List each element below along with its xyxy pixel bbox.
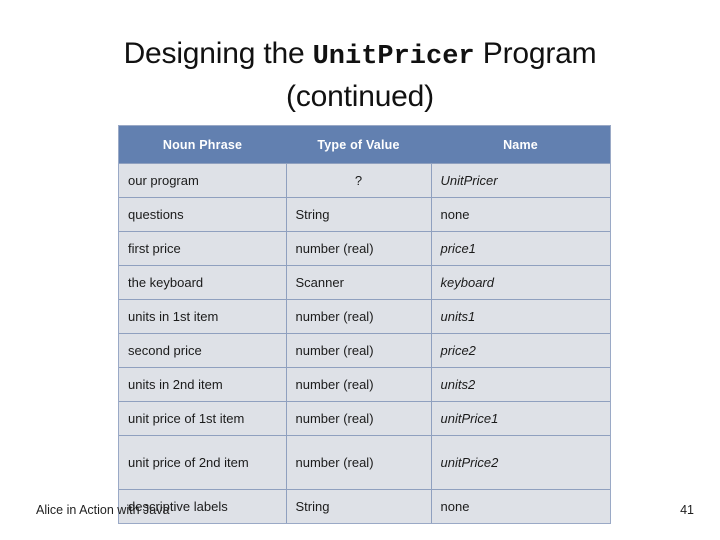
- cell-noun-phrase: our program: [119, 163, 287, 198]
- footer-page-number: 41: [680, 503, 694, 517]
- table-row: first price number (real) price1: [119, 231, 610, 266]
- column-header-name: Name: [431, 126, 610, 164]
- cell-name: units2: [430, 367, 610, 402]
- page-title-prefix: Designing the: [123, 37, 313, 70]
- cell-name: keyboard: [430, 265, 610, 300]
- cell-type-of-value: number (real): [285, 231, 432, 266]
- table-row: unit price of 1st item number (real) uni…: [119, 401, 610, 436]
- cell-noun-phrase: second price: [119, 333, 287, 368]
- table-row: second price number (real) price2: [119, 333, 610, 368]
- cell-name: none: [430, 197, 610, 232]
- cell-noun-phrase: unit price of 2nd item: [119, 435, 287, 490]
- cell-type-of-value: Scanner: [285, 265, 432, 300]
- column-header-type-of-value: Type of Value: [286, 126, 431, 164]
- cell-name: none: [430, 489, 610, 523]
- cell-name: unitPrice2: [430, 435, 610, 490]
- cell-noun-phrase: unit price of 1st item: [119, 401, 287, 436]
- table-header-row: Noun Phrase Type of Value Name: [119, 126, 610, 164]
- cell-type-of-value: number (real): [285, 401, 432, 436]
- cell-type-of-value: number (real): [285, 367, 432, 402]
- cell-name: UnitPricer: [430, 163, 610, 198]
- cell-type-of-value: String: [285, 489, 432, 523]
- cell-noun-phrase: the keyboard: [119, 265, 287, 300]
- table-row: our program ? UnitPricer: [119, 163, 610, 198]
- cell-name: unitPrice1: [430, 401, 610, 436]
- table-row: units in 2nd item number (real) units2: [119, 367, 610, 402]
- table-row: descriptive labels String none: [119, 489, 610, 523]
- cell-type-of-value: String: [285, 197, 432, 232]
- page-title-suffix: Program: [474, 37, 597, 70]
- footer-source: Alice in Action with Java: [36, 503, 170, 517]
- page-subtitle: (continued): [286, 80, 434, 113]
- page-title-classname: UnitPricer: [312, 42, 475, 72]
- cell-noun-phrase: first price: [119, 231, 287, 266]
- cell-name: units1: [430, 299, 610, 334]
- table-row: questions String none: [119, 197, 610, 232]
- cell-noun-phrase: questions: [119, 197, 287, 232]
- noun-phrase-table: Noun Phrase Type of Value Name our progr…: [118, 125, 611, 524]
- table-row: unit price of 2nd item number (real) uni…: [119, 435, 610, 490]
- cell-type-of-value: number (real): [285, 435, 432, 490]
- cell-type-of-value: number (real): [285, 333, 432, 368]
- cell-type-of-value: ?: [285, 163, 432, 198]
- page-title: Designing the UnitPricer Program (contin…: [0, 34, 720, 117]
- cell-name: price2: [430, 333, 610, 368]
- table-row: the keyboard Scanner keyboard: [119, 265, 610, 300]
- cell-noun-phrase: units in 1st item: [119, 299, 287, 334]
- cell-name: price1: [430, 231, 610, 266]
- table-row: units in 1st item number (real) units1: [119, 299, 610, 334]
- cell-noun-phrase: units in 2nd item: [119, 367, 287, 402]
- cell-type-of-value: number (real): [285, 299, 432, 334]
- column-header-noun-phrase: Noun Phrase: [119, 126, 286, 164]
